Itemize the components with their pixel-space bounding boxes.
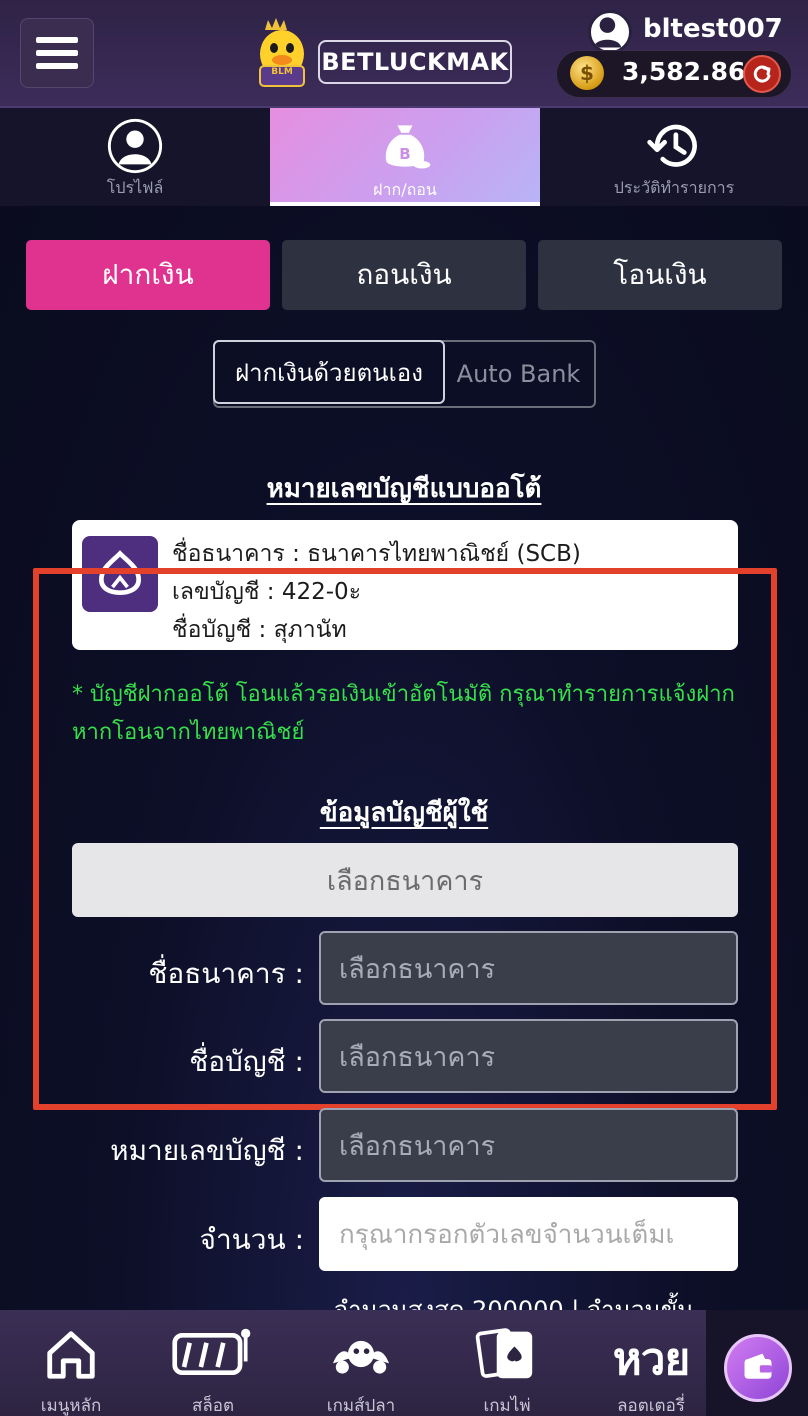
tab-history-label: ประวัติทำรายการ [613, 178, 735, 197]
account-number-label: หมายเลขบัญชี : [110, 1134, 304, 1167]
manual-deposit-option[interactable]: ฝากเงินด้วยตนเอง [213, 340, 445, 404]
nav-home-label: เมนูหลัก [40, 1396, 102, 1416]
refresh-balance-icon[interactable] [743, 55, 781, 93]
coin-icon: $ [570, 56, 604, 90]
tab-profile[interactable]: โปรไฟล์ [0, 108, 270, 206]
lottery-icon: หวย [612, 1334, 691, 1385]
app-header: BLM BETLUCKMAK bltest007 $ 3,582.86 [0, 0, 808, 108]
history-icon [647, 124, 697, 167]
nav-slots-label: สล็อต [191, 1396, 235, 1416]
balance-amount: 3,582.86 [622, 57, 746, 86]
tab-history[interactable]: ประวัติทำรายการ [540, 108, 808, 206]
nav-fish-game[interactable]: เกมส์ปลา [306, 1310, 416, 1416]
amount-input[interactable]: กรุณากรอกตัวเลขจำนวนเต็มเ [319, 1197, 738, 1271]
user-avatar-icon[interactable] [588, 10, 632, 54]
auto-bank-option[interactable]: Auto Bank [443, 342, 594, 406]
top-tabs: โปรไฟล์ B ฝาก/ถอน ประวัติทำรายการ [0, 108, 808, 206]
amount-limit-text: จำนวนสูงสุด 200000 | จำนวนขั้น [334, 1296, 694, 1312]
tab-profile-label: โปรไฟล์ [106, 178, 164, 197]
bank-name-field[interactable]: เลือกธนาคาร [319, 931, 738, 1005]
home-icon [47, 1331, 95, 1379]
account-number-field[interactable]: เลือกธนาคาร [319, 1108, 738, 1182]
duck-mascot-logo [259, 18, 305, 87]
amount-label: จำนวน : [199, 1223, 304, 1256]
nav-slots[interactable]: สล็อต [158, 1310, 268, 1416]
fish-game-icon [333, 1340, 389, 1374]
slot-machine-icon [172, 1328, 251, 1375]
nav-card-game-label: เกมไพ่ [483, 1396, 531, 1416]
account-name-label: ชื่อบัญชี : [189, 1045, 304, 1078]
bottom-nav: เมนูหลัก สล็อต เกมส์ปลา เกมไพ่ หวย ลอตเต… [0, 1310, 808, 1416]
tab-deposit-withdraw[interactable]: B ฝาก/ถอน [270, 108, 540, 206]
nav-lottery-label: ลอตเตอรี่ [617, 1396, 685, 1416]
user-account-heading: ข้อมูลบัญชีผู้ใช้ [319, 798, 489, 828]
bank-name-label: ชื่อธนาคาร : [148, 957, 304, 990]
auto-account-heading: หมายเลขบัญชีแบบออโต้ [266, 474, 542, 504]
money-bag-icon: B [385, 125, 431, 169]
transfer-button[interactable]: โอนเงิน [538, 240, 782, 310]
tab-deposit-withdraw-label: ฝาก/ถอน [373, 180, 437, 199]
account-name-field[interactable]: เลือกธนาคาร [319, 1019, 738, 1093]
nav-lottery[interactable]: หวย ลอตเตอรี่ [596, 1310, 706, 1416]
svg-text:B: B [399, 145, 410, 163]
deposit-mode-toggle: ฝากเงินด้วยตนเอง Auto Bank [213, 340, 596, 408]
brand-name: BETLUCKMAK [318, 40, 512, 84]
menu-icon[interactable] [20, 18, 94, 88]
username: bltest007 [643, 14, 783, 44]
nav-card-game[interactable]: เกมไพ่ [452, 1310, 562, 1416]
playing-cards-icon [475, 1328, 533, 1379]
wallet-icon[interactable] [724, 1334, 792, 1402]
nav-fish-game-label: เกมส์ปลา [326, 1396, 396, 1416]
profile-icon [107, 118, 163, 174]
nav-home[interactable]: เมนูหลัก [16, 1310, 126, 1416]
withdraw-button[interactable]: ถอนเงิน [282, 240, 526, 310]
auto-bank-name: ชื่อธนาคาร : ธนาคารไทยพาณิชย์ (SCB) [172, 541, 581, 567]
select-bank-button[interactable]: เลือกธนาคาร [72, 843, 738, 917]
deposit-button[interactable]: ฝากเงิน [26, 240, 270, 310]
logo-badge: BLM [271, 67, 293, 77]
